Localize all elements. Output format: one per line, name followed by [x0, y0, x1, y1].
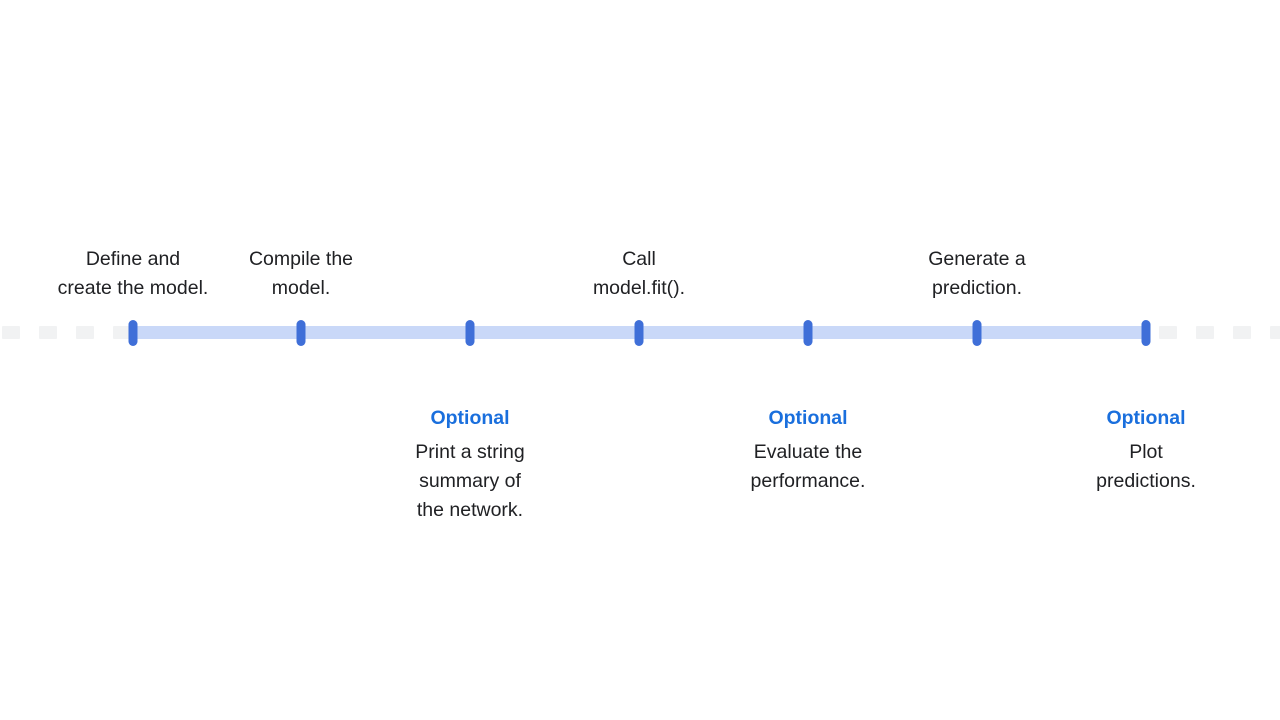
optional-badge: Optional [768, 407, 848, 429]
step-description: Call model.fit(). [592, 248, 686, 299]
step-description: Print a string summary of the network. [415, 441, 525, 521]
step-description: Generate a prediction. [928, 248, 1026, 299]
step-description: Compile the model. [248, 248, 354, 299]
timeline-dash [39, 326, 57, 339]
timeline-step-label-6: Generate a prediction. [872, 245, 1082, 303]
optional-badge: Optional [1106, 407, 1186, 429]
timeline-step-label-5: Optional Evaluate the performance. [703, 404, 913, 496]
timeline-dash [1270, 326, 1280, 339]
process-timeline-diagram: Define and create the model. Compile the … [0, 0, 1280, 720]
timeline-step-label-4: Call model.fit(). [534, 245, 744, 303]
timeline-marker-6[interactable] [972, 320, 982, 346]
timeline-marker-7[interactable] [1141, 320, 1151, 346]
timeline-step-label-7: Optional Plot predictions. [1041, 404, 1251, 496]
timeline-dash [1233, 326, 1251, 339]
step-description: Evaluate the performance. [750, 441, 866, 492]
timeline-dash [76, 326, 94, 339]
optional-badge: Optional [430, 407, 510, 429]
timeline-marker-1[interactable] [128, 320, 138, 346]
step-description: Plot predictions. [1096, 441, 1196, 492]
timeline-dash [1159, 326, 1177, 339]
timeline-dash [2, 326, 20, 339]
timeline-dash [1196, 326, 1214, 339]
timeline-marker-2[interactable] [296, 320, 306, 346]
timeline-marker-4[interactable] [634, 320, 644, 346]
timeline-marker-5[interactable] [803, 320, 813, 346]
timeline-step-label-2: Compile the model. [196, 245, 406, 303]
timeline-step-label-3: Optional Print a string summary of the ne… [365, 404, 575, 525]
timeline-marker-3[interactable] [465, 320, 475, 346]
timeline-lead-out-dashes [1159, 326, 1280, 339]
